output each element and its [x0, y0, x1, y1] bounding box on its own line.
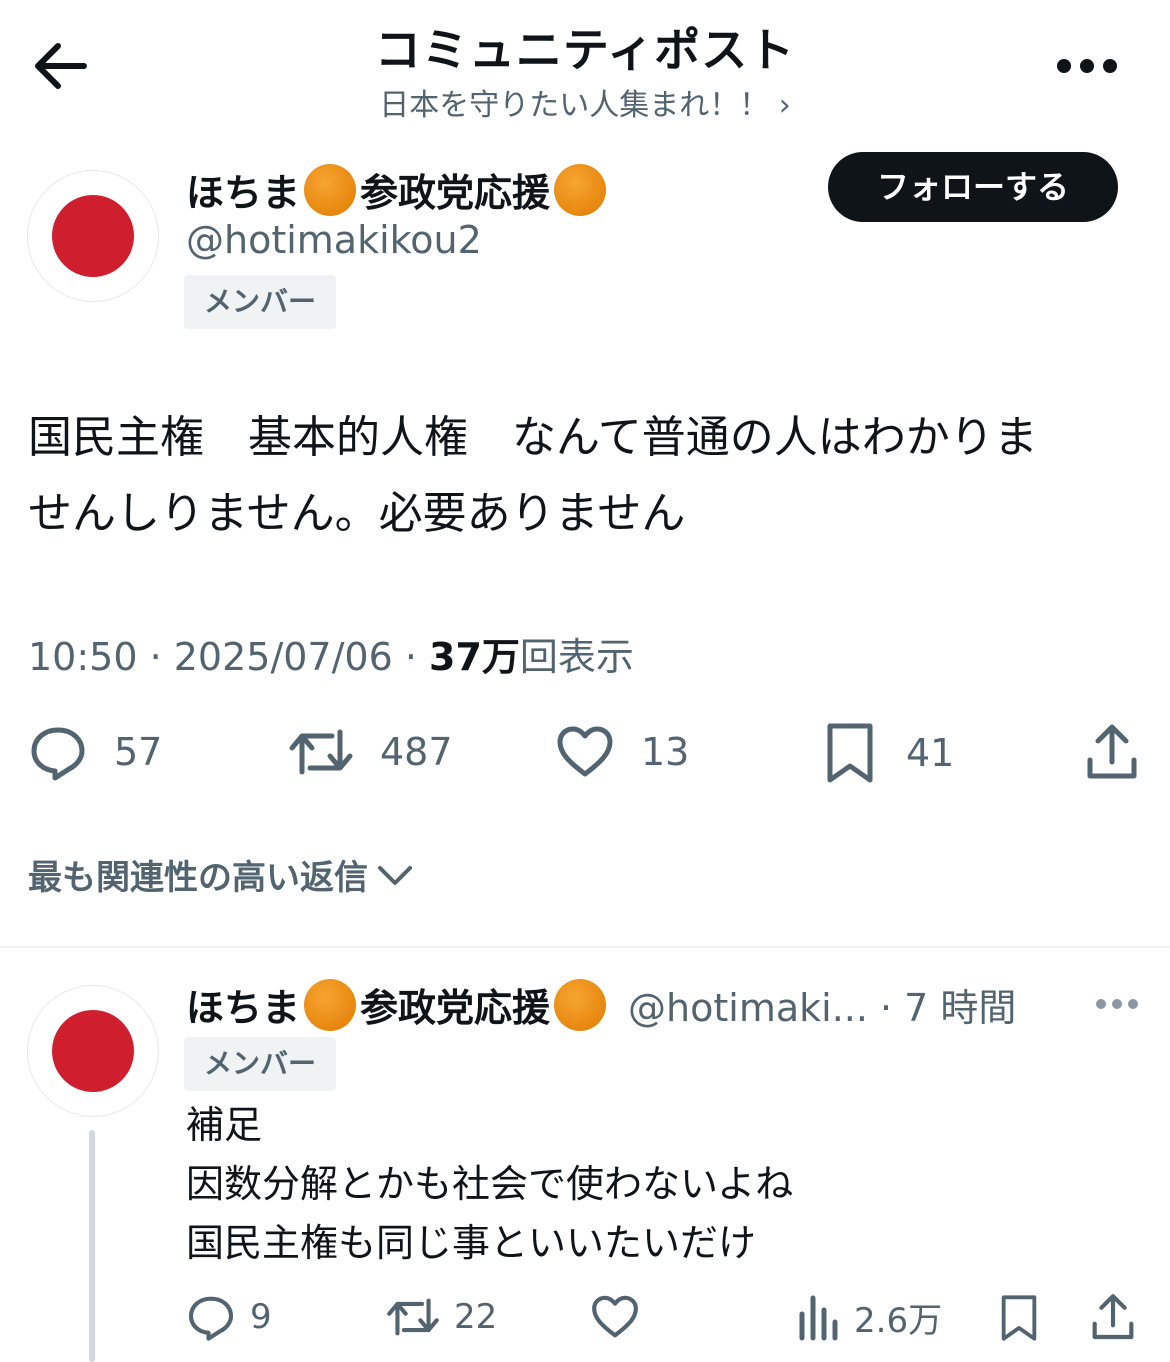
- member-badge: メンバー: [184, 1037, 337, 1091]
- bookmark-icon: [820, 722, 880, 784]
- reply-icon: [186, 1292, 236, 1342]
- chevron-down-icon: [376, 860, 414, 890]
- japan-flag-icon: [52, 1010, 134, 1092]
- reply-text-line: 因数分解とかも社会で使わないよね: [186, 1162, 794, 1206]
- orange-circle-emoji: [304, 978, 357, 1031]
- community-link[interactable]: 日本を守りたい人集まれ！！ ›: [0, 80, 1170, 124]
- follow-button[interactable]: フォローする: [828, 152, 1118, 222]
- orange-circle-emoji: [554, 163, 607, 216]
- bookmark-icon: [996, 1292, 1042, 1344]
- reply-author-name[interactable]: ほちま 参政党応援 @hotimaki... · 7 時間: [186, 977, 1016, 1032]
- divider: [0, 946, 1170, 948]
- bookmark-button[interactable]: 41: [820, 722, 954, 784]
- reply-repost-count: 22: [454, 1297, 498, 1337]
- reply-count: 57: [114, 730, 163, 774]
- japan-flag-icon: [52, 195, 134, 277]
- author-name-text: ほちま: [186, 171, 301, 215]
- repost-icon: [288, 722, 354, 782]
- reply-text: 補足 因数分解とかも社会で使わないよね 国民主権も同じ事といいたいだけ: [186, 1096, 793, 1273]
- post-meta: 10:50 · 2025/07/06 · 37万回表示: [28, 626, 634, 681]
- reply-text-line: 国民主権も同じ事といいたいだけ: [186, 1221, 757, 1265]
- heart-icon: [590, 1292, 640, 1342]
- reply-like-button[interactable]: [590, 1292, 640, 1342]
- reply-share-button[interactable]: [1088, 1292, 1138, 1342]
- more-options-icon[interactable]: [1052, 46, 1122, 86]
- reply-bookmark-button[interactable]: [996, 1292, 1042, 1344]
- author-name[interactable]: ほちま 参政党応援: [186, 162, 610, 217]
- thread-line: [89, 1130, 95, 1362]
- bookmark-count: 41: [906, 731, 955, 775]
- repost-count: 487: [380, 730, 453, 774]
- reply-handle-time[interactable]: @hotimaki... · 7 時間: [628, 977, 1016, 1032]
- reply-reply-count: 9: [250, 1297, 272, 1337]
- page-title: コミュニティポスト: [374, 23, 796, 77]
- post-text-line: 国民主権 基本的人権 なんて普通の人はわかりま: [28, 412, 1038, 463]
- analytics-icon: [796, 1292, 840, 1342]
- reply-author-name-text: ほちま: [186, 986, 301, 1030]
- post-timestamp[interactable]: 10:50 · 2025/07/06 ·: [28, 635, 429, 679]
- heart-icon: [555, 722, 615, 782]
- reply-views-button[interactable]: 2.6万: [796, 1292, 942, 1342]
- reply-avatar[interactable]: [27, 985, 159, 1117]
- share-icon: [1082, 722, 1142, 782]
- orange-circle-emoji: [304, 163, 357, 216]
- sort-label: 最も関連性の高い返信: [28, 858, 368, 898]
- author-name-suffix: 参政党応援: [360, 171, 551, 215]
- orange-circle-emoji: [554, 978, 607, 1031]
- reply-icon: [28, 722, 88, 782]
- repost-button[interactable]: 487: [288, 722, 453, 782]
- like-button[interactable]: 13: [555, 722, 689, 782]
- author-handle[interactable]: @hotimakikou2: [186, 218, 482, 262]
- post-text-line: せんしりません。必要ありません: [28, 488, 686, 539]
- share-button[interactable]: [1082, 722, 1142, 782]
- reply-text-line: 補足: [186, 1103, 263, 1147]
- like-count: 13: [641, 730, 690, 774]
- reply-author-name-suffix: 参政党応援: [360, 986, 551, 1030]
- reply-more-icon[interactable]: [1092, 990, 1142, 1018]
- views-count: 37万: [429, 635, 520, 679]
- reply-sort-dropdown[interactable]: 最も関連性の高い返信: [28, 850, 414, 899]
- avatar[interactable]: [27, 170, 159, 302]
- post-text: 国民主権 基本的人権 なんて普通の人はわかりま せんしりません。必要ありません: [28, 400, 1143, 552]
- share-icon: [1088, 1292, 1138, 1342]
- reply-repost-button[interactable]: 22: [386, 1292, 497, 1342]
- member-badge: メンバー: [184, 275, 337, 329]
- repost-icon: [386, 1292, 440, 1342]
- views-label: 回表示: [519, 635, 634, 679]
- reply-views-count: 2.6万: [854, 1300, 943, 1341]
- reply-button[interactable]: 57: [28, 722, 162, 782]
- reply-reply-button[interactable]: 9: [186, 1292, 272, 1342]
